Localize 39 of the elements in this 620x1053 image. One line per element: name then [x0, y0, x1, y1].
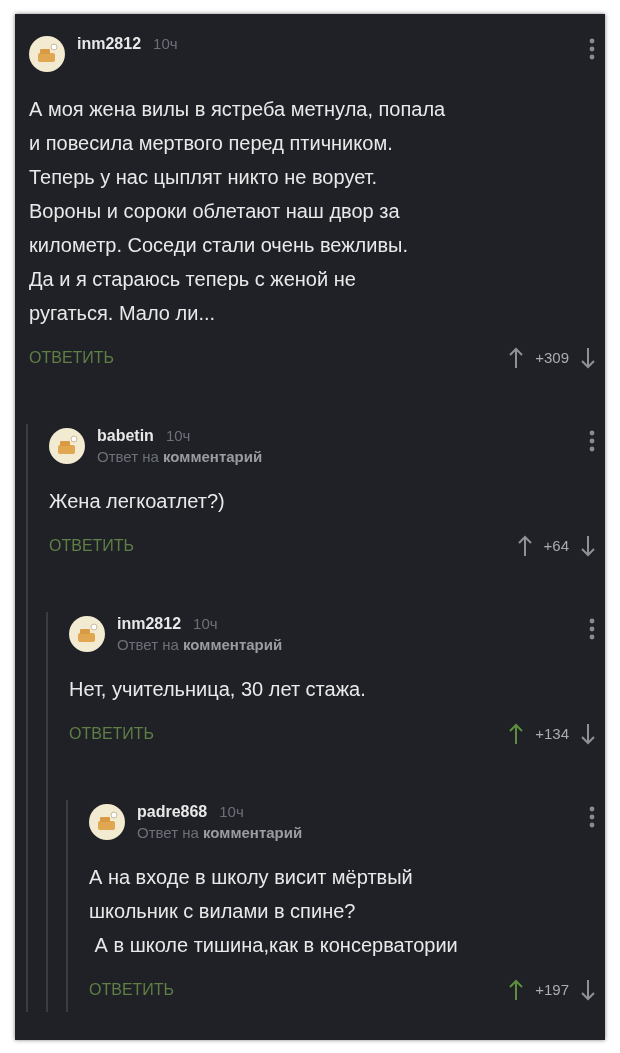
- more-icon[interactable]: [589, 618, 595, 640]
- upvote-icon[interactable]: [517, 535, 532, 557]
- more-icon[interactable]: [589, 430, 595, 452]
- comment-text: А на входе в школу висит мёртвый школьник с вилами в спине? А в школе тишина,как в консерватории: [89, 865, 459, 958]
- avatar-icon: [29, 36, 65, 72]
- comment-text: А моя жена вилы в ястреба метнула, попала и повесила мертвого перед птичником. Теперь у нас цыплят никто не ворует. Вороны и сороки облетают наш двор за километр. Соседи стали очень вежливы. Да и я стараюсь теперь с женой не ругаться. Мало ли...: [29, 97, 447, 326]
- comment-time: 10ч: [165, 427, 191, 444]
- downvote-icon[interactable]: [581, 723, 595, 745]
- comment-time: 10ч: [193, 615, 218, 632]
- score: +64: [543, 535, 569, 556]
- avatar-icon: [69, 616, 105, 652]
- comment-text: Нет, учительница, 30 лет стажа.: [69, 677, 367, 702]
- username[interactable]: inm2812: [117, 615, 182, 632]
- score: +134: [535, 723, 569, 744]
- downvote-icon[interactable]: [581, 535, 595, 557]
- reply-button[interactable]: ОТВЕТИТЬ: [29, 346, 115, 370]
- reply-button[interactable]: ОТВЕТИТЬ: [49, 534, 135, 558]
- upvote-icon[interactable]: [509, 723, 524, 745]
- username[interactable]: babetin: [97, 427, 154, 444]
- comment-text: Жена легкоатлет?): [49, 489, 226, 514]
- username[interactable]: inm2812: [77, 35, 142, 52]
- more-icon[interactable]: [589, 38, 595, 60]
- reply-to-label: Ответ на комментарий: [137, 824, 303, 842]
- avatar-icon: [49, 428, 85, 464]
- reply-to-label: Ответ на комментарий: [97, 448, 263, 466]
- reply-button[interactable]: ОТВЕТИТЬ: [89, 978, 175, 1002]
- score: +309: [535, 347, 569, 368]
- downvote-icon[interactable]: [581, 979, 595, 1001]
- upvote-icon[interactable]: [509, 979, 524, 1001]
- comment-time: 10ч: [153, 35, 178, 52]
- comment-time: 10ч: [219, 803, 244, 820]
- score: +197: [535, 979, 569, 1000]
- more-icon[interactable]: [589, 806, 595, 828]
- upvote-icon[interactable]: [509, 347, 524, 369]
- username[interactable]: padre868: [137, 803, 208, 820]
- reply-button[interactable]: ОТВЕТИТЬ: [69, 722, 155, 746]
- downvote-icon[interactable]: [581, 347, 595, 369]
- avatar-icon: [89, 804, 125, 840]
- reply-to-label: Ответ на комментарий: [117, 636, 283, 654]
